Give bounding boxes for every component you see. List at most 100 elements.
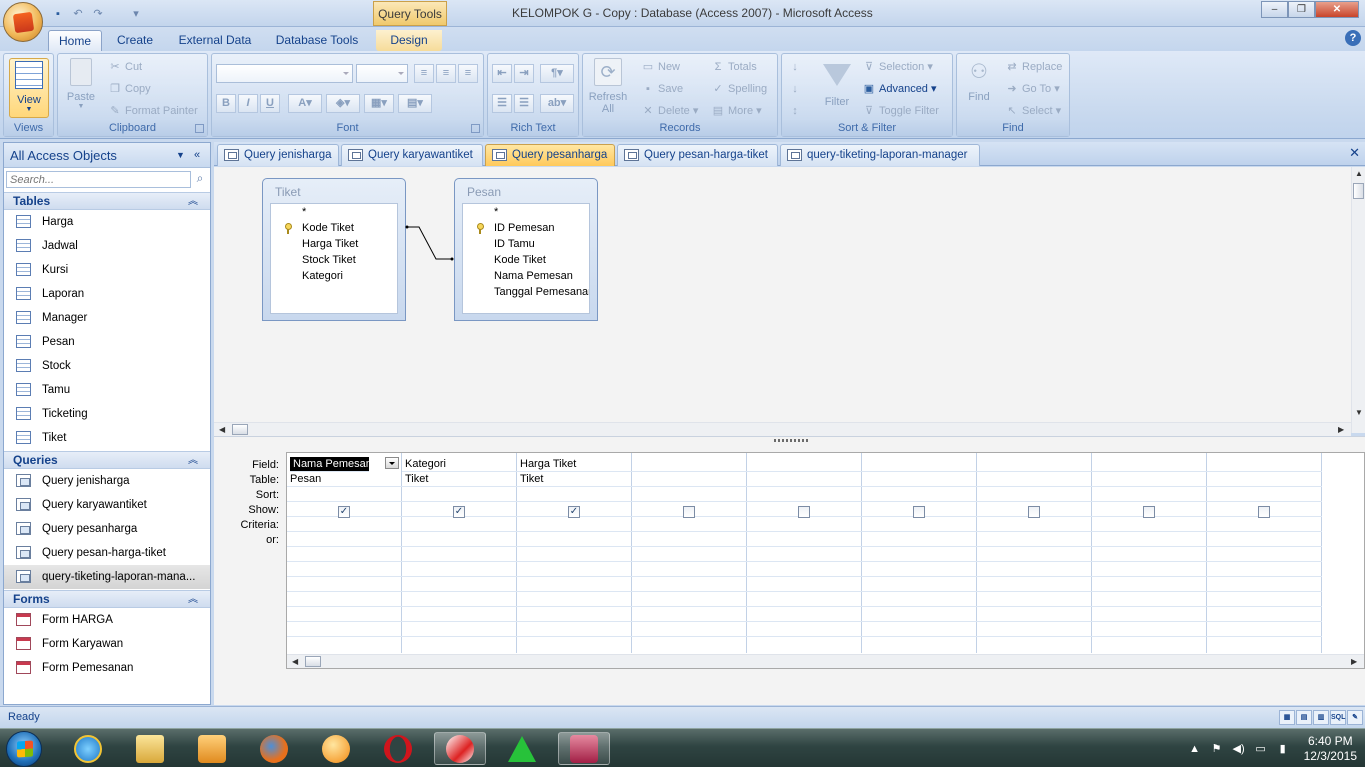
qbe-grid-cell[interactable] [287, 532, 402, 547]
qbe-grid-cell[interactable] [1092, 577, 1207, 592]
qbe-grid-cell[interactable] [402, 547, 517, 562]
qbe-grid-cell[interactable] [287, 562, 402, 577]
save-icon[interactable]: ▪ [50, 6, 66, 22]
power-icon[interactable]: ▮ [1276, 742, 1290, 756]
taskbar-opera[interactable] [372, 732, 424, 765]
qbe-grid-cell[interactable] [747, 532, 862, 547]
office-button[interactable] [3, 2, 43, 42]
nav-table-item[interactable]: Stock [4, 354, 210, 378]
increase-indent-button[interactable]: ⇥ [514, 64, 534, 83]
copy-button[interactable]: ❐ Copy [108, 80, 151, 98]
align-left-button[interactable]: ≡ [414, 64, 434, 83]
qbe-table-cell[interactable] [632, 472, 747, 487]
qbe-grid-cell[interactable] [977, 532, 1092, 547]
qbe-grid-cell[interactable] [1092, 622, 1207, 637]
save-record-button[interactable]: ▪ Save [641, 80, 683, 98]
start-button[interactable] [6, 731, 42, 767]
nav-menu-dropdown-icon[interactable]: ▼ [176, 143, 185, 168]
qbe-grid-cell[interactable] [402, 532, 517, 547]
qbe-grid-cell[interactable] [1207, 532, 1322, 547]
close-button[interactable]: ✕ [1315, 1, 1359, 18]
fill-color-button[interactable]: ◈▾ [326, 94, 360, 113]
qbe-grid-cell[interactable] [287, 547, 402, 562]
toggle-filter-button[interactable]: ⊽ Toggle Filter [862, 102, 939, 120]
qbe-grid-cell[interactable] [1092, 562, 1207, 577]
clock[interactable]: 6:40 PM 12/3/2015 [1304, 734, 1357, 764]
qbe-grid-cell[interactable] [632, 547, 747, 562]
qbe-grid-cell[interactable] [632, 592, 747, 607]
nav-form-item[interactable]: Form Pemesanan [4, 656, 210, 680]
qbe-grid-cell[interactable] [517, 547, 632, 562]
qbe-field-cell[interactable] [977, 457, 1092, 472]
nav-section-forms[interactable]: Forms ︽ [4, 590, 210, 608]
scroll-thumb[interactable] [1353, 183, 1364, 199]
qbe-grid-cell[interactable] [632, 607, 747, 622]
replace-button[interactable]: ⇄ Replace [1005, 58, 1062, 76]
scroll-up-icon[interactable]: ▲ [1355, 169, 1363, 178]
qbe-grid-cell[interactable] [862, 577, 977, 592]
bullets-button[interactable]: ☰ [514, 94, 534, 113]
select-button[interactable]: ↖ Select ▾ [1005, 102, 1061, 120]
scroll-left-icon[interactable]: ◀ [219, 425, 225, 434]
maximize-button[interactable]: ❐ [1288, 1, 1315, 18]
qbe-grid-cell[interactable] [862, 547, 977, 562]
doc-tab-query-pesanharga[interactable]: Query pesanharga [485, 144, 615, 166]
qbe-grid-cell[interactable] [402, 622, 517, 637]
nav-table-item[interactable]: Tiket [4, 426, 210, 450]
go-to-button[interactable]: ➜ Go To ▾ [1005, 80, 1059, 98]
qbe-field-cell[interactable] [1207, 457, 1322, 472]
qbe-grid-cell[interactable] [977, 547, 1092, 562]
qbe-grid-cell[interactable] [1092, 487, 1207, 502]
bold-button[interactable]: B [216, 94, 236, 113]
qbe-grid-cell[interactable] [1092, 607, 1207, 622]
qbe-grid-cell[interactable] [632, 577, 747, 592]
qbe-grid-cell[interactable] [1207, 607, 1322, 622]
qbe-grid-cell[interactable] [1092, 517, 1207, 532]
nav-search-input[interactable] [6, 171, 191, 188]
qbe-grid-cell[interactable] [517, 562, 632, 577]
tab-home[interactable]: Home [48, 30, 102, 51]
grid-horizontal-scrollbar[interactable]: ◀ ▶ [287, 654, 1364, 668]
find-button[interactable]: ⚇ Find [960, 58, 998, 118]
nav-query-item[interactable]: Query karyawantiket [4, 493, 210, 517]
qbe-table-cell[interactable]: Tiket [402, 472, 517, 487]
qbe-grid-cell[interactable] [862, 532, 977, 547]
relationship-join-line[interactable] [214, 167, 1351, 427]
qbe-grid-cell[interactable] [517, 532, 632, 547]
qbe-grid-cell[interactable] [402, 607, 517, 622]
view-button[interactable]: View ▼ [9, 58, 49, 118]
new-record-button[interactable]: ▭ New [641, 58, 680, 76]
numbering-button[interactable]: ☰ [492, 94, 512, 113]
qbe-grid-cell[interactable] [632, 532, 747, 547]
decrease-indent-button[interactable]: ⇤ [492, 64, 512, 83]
taskbar-media-player[interactable] [186, 732, 238, 765]
qbe-grid-cell[interactable] [747, 547, 862, 562]
qbe-grid-cell[interactable] [402, 592, 517, 607]
taskbar-firefox[interactable] [248, 732, 300, 765]
qbe-grid-cell[interactable] [747, 577, 862, 592]
advanced-button[interactable]: ▣ Advanced ▾ [862, 80, 937, 98]
taskbar-microsoft-access[interactable] [558, 732, 610, 765]
nav-table-item[interactable]: Kursi [4, 258, 210, 282]
taskbar-app-swirl[interactable] [434, 732, 486, 765]
qbe-field-cell[interactable] [632, 457, 747, 472]
pivotchart-view-icon[interactable]: ▥ [1313, 710, 1329, 725]
doc-tab-query-jenisharga[interactable]: Query jenisharga [217, 144, 339, 166]
show-checkbox[interactable] [1258, 506, 1270, 518]
qbe-table-cell[interactable] [977, 472, 1092, 487]
qbe-grid-cell[interactable] [517, 622, 632, 637]
show-checkbox[interactable] [1028, 506, 1040, 518]
nav-query-item[interactable]: Query pesan-harga-tiket [4, 541, 210, 565]
qbe-field-cell[interactable] [747, 457, 862, 472]
qbe-grid-cell[interactable] [402, 487, 517, 502]
qbe-table-cell[interactable]: Tiket [517, 472, 632, 487]
show-checkbox[interactable]: ✓ [568, 506, 580, 518]
qbe-grid-cell[interactable] [747, 622, 862, 637]
nav-table-item[interactable]: Manager [4, 306, 210, 330]
qbe-field-cell[interactable] [862, 457, 977, 472]
paste-button[interactable]: Paste ▼ [62, 58, 100, 118]
design-horizontal-scrollbar[interactable]: ◀ ▶ [214, 422, 1351, 436]
qbe-grid-cell[interactable] [632, 517, 747, 532]
sort-descending-button[interactable]: ↓ [788, 80, 805, 98]
sort-ascending-button[interactable]: ↓ [788, 58, 805, 76]
